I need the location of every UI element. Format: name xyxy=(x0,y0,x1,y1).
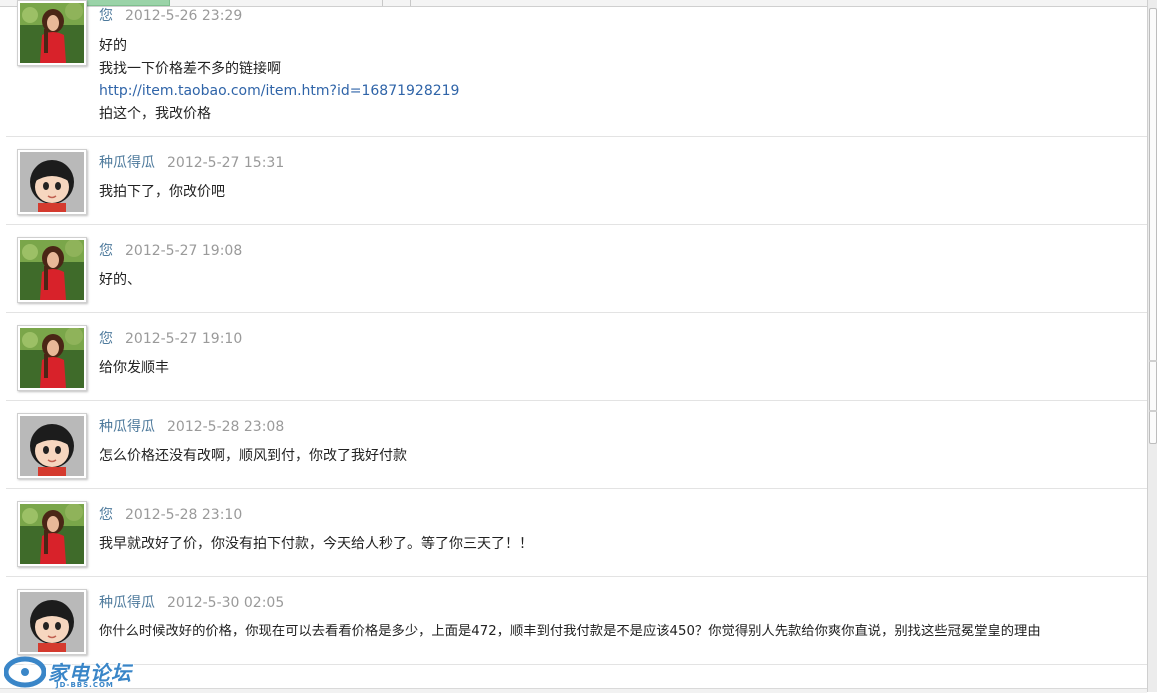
message-meta: 您 2012-5-26 23:29 xyxy=(99,5,242,25)
sender-name: 您 xyxy=(99,243,113,259)
message-line: 我早就改好了价，你没有拍下付款，今天给人秒了。等了你三天了！！ xyxy=(99,536,533,552)
sender-name: 您 xyxy=(99,331,113,347)
message-body: 我拍下了，你改价吧 xyxy=(99,181,1147,204)
message-meta: 您 2012-5-27 19:10 xyxy=(99,328,242,348)
message-body: 好的 我找一下价格差不多的链接啊 http://item.taobao.com/… xyxy=(99,35,1147,125)
message-body: 怎么价格还没有改啊，顺风到付，你改了我好付款 xyxy=(99,445,1147,468)
message-item: 种瓜得瓜 2012-5-28 23:08 怎么价格还没有改啊，顺风到付，你改了我好… xyxy=(6,401,1147,489)
cartoon-avatar-icon[interactable] xyxy=(17,413,87,479)
message-item: 您 2012-5-27 19:10 给你发顺丰 xyxy=(6,313,1147,401)
message-line: 怎么价格还没有改啊，顺风到付，你改了我好付款 xyxy=(99,448,407,464)
forum-watermark: 家电论坛 JD-BBS.COM xyxy=(4,656,134,690)
forum-logo-icon xyxy=(4,656,46,688)
sender-name: 种瓜得瓜 xyxy=(99,595,155,611)
message-item: 您 2012-5-28 23:10 我早就改好了价，你没有拍下付款，今天给人秒了。… xyxy=(6,489,1147,577)
message-meta: 种瓜得瓜 2012-5-28 23:08 xyxy=(99,416,284,436)
message-time: 2012-5-26 23:29 xyxy=(125,8,243,24)
message-meta: 种瓜得瓜 2012-5-30 02:05 xyxy=(99,592,284,612)
message-list: 您 2012-5-26 23:29 好的 我找一下价格差不多的链接啊 http:/… xyxy=(0,0,1147,665)
message-item: 种瓜得瓜 2012-5-30 02:05 你什么时候改好的价格，你现在可以去看看价… xyxy=(6,577,1147,665)
message-meta: 您 2012-5-27 19:08 xyxy=(99,240,242,260)
message-time: 2012-5-27 15:31 xyxy=(167,155,285,171)
message-meta: 您 2012-5-28 23:10 xyxy=(99,504,242,524)
message-line: 给你发顺丰 xyxy=(99,360,169,376)
message-line: 我找一下价格差不多的链接啊 xyxy=(99,60,281,77)
message-line: 好的 xyxy=(99,38,127,54)
message-time: 2012-5-28 23:10 xyxy=(125,507,243,523)
sender-name: 您 xyxy=(99,8,113,24)
message-time: 2012-5-28 23:08 xyxy=(167,419,285,435)
scrollbar-notch xyxy=(1149,410,1157,412)
sender-name: 种瓜得瓜 xyxy=(99,419,155,435)
photo-avatar-icon[interactable] xyxy=(17,237,87,303)
scrollbar-thumb[interactable] xyxy=(1149,8,1157,444)
message-time: 2012-5-27 19:08 xyxy=(125,243,243,259)
message-body: 你什么时候改好的价格，你现在可以去看看价格是多少，上面是472，顺丰到付我付款是… xyxy=(99,621,1147,644)
bottom-edge xyxy=(0,688,1147,693)
message-line: 你什么时候改好的价格，你现在可以去看看价格是多少，上面是472，顺丰到付我付款是… xyxy=(99,624,1041,639)
message-meta: 种瓜得瓜 2012-5-27 15:31 xyxy=(99,152,284,172)
message-line: 好的、 xyxy=(99,272,141,288)
sender-name: 您 xyxy=(99,507,113,523)
message-item: 种瓜得瓜 2012-5-27 15:31 我拍下了，你改价吧 xyxy=(6,137,1147,225)
message-time: 2012-5-30 02:05 xyxy=(167,595,285,611)
cartoon-avatar-icon[interactable] xyxy=(17,149,87,215)
message-time: 2012-5-27 19:10 xyxy=(125,331,243,347)
message-body: 给你发顺丰 xyxy=(99,357,1147,380)
photo-avatar-icon[interactable] xyxy=(17,501,87,567)
photo-avatar-icon[interactable] xyxy=(17,325,87,391)
watermark-subtitle: JD-BBS.COM xyxy=(56,681,114,689)
vertical-scrollbar[interactable] xyxy=(1147,0,1157,692)
scrollbar-notch xyxy=(1149,360,1157,362)
photo-avatar-icon[interactable] xyxy=(17,0,87,66)
message-body: 我早就改好了价，你没有拍下付款，今天给人秒了。等了你三天了！！ xyxy=(99,533,1147,556)
message-link[interactable]: http://item.taobao.com/item.htm?id=16871… xyxy=(99,80,1147,103)
message-line: 我拍下了，你改价吧 xyxy=(99,184,225,200)
message-line: 拍这个，我改价格 xyxy=(99,105,211,122)
sender-name: 种瓜得瓜 xyxy=(99,155,155,171)
message-item: 您 2012-5-27 19:08 好的、 xyxy=(6,225,1147,313)
message-body: 好的、 xyxy=(99,269,1147,292)
cartoon-avatar-icon[interactable] xyxy=(17,589,87,655)
message-item: 您 2012-5-26 23:29 好的 我找一下价格差不多的链接啊 http:/… xyxy=(6,0,1147,137)
